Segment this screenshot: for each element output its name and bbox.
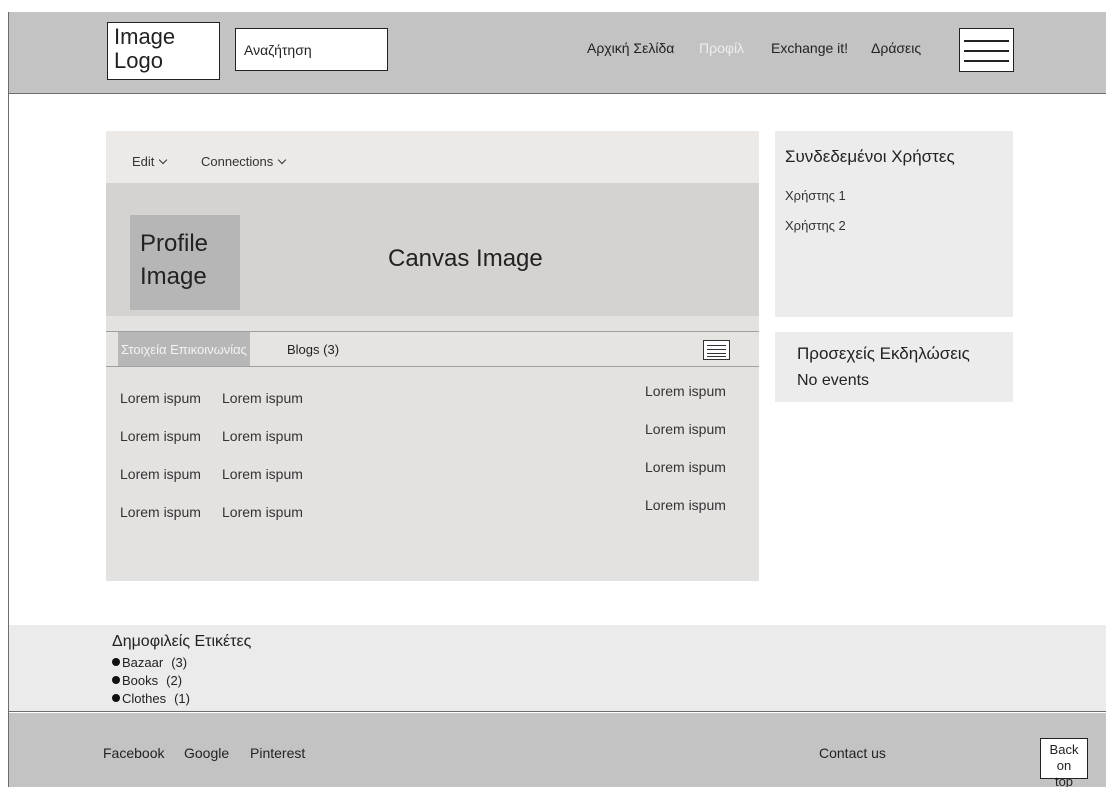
footer-link-pinterest[interactable]: Pinterest (250, 745, 305, 761)
list-icon-line (707, 345, 726, 346)
tag-item[interactable]: Books (2) (112, 673, 182, 688)
list-icon[interactable] (703, 340, 730, 360)
logo[interactable]: Image Logo (107, 22, 220, 80)
table-cell: Lorem ispum (222, 390, 303, 406)
hamburger-line (964, 40, 1009, 42)
tag-name: Bazaar (122, 655, 164, 670)
table-cell: Lorem ispum (645, 497, 726, 513)
table-cell: Lorem ispum (120, 504, 201, 520)
logo-line-1: Image (114, 24, 176, 49)
search-input[interactable]: Αναζήτηση (235, 28, 388, 71)
edit-menu[interactable]: Edit (132, 154, 168, 169)
hamburger-icon[interactable] (959, 28, 1014, 72)
table-cell: Lorem ispum (222, 466, 303, 482)
user-item[interactable]: Χρήστης 1 (785, 188, 846, 203)
events-title: Προσεχείς Εκδηλώσεις (797, 344, 970, 363)
table-cell: Lorem ispum (120, 466, 201, 482)
tag-item[interactable]: Clothes (1) (112, 691, 190, 706)
tag-count: (2) (166, 673, 183, 688)
chevron-down-icon (159, 155, 168, 165)
table-cell: Lorem ispum (645, 421, 726, 437)
table-cell: Lorem ispum (120, 390, 201, 406)
tag-count: (1) (174, 691, 190, 706)
tab-contact-info[interactable]: Στοιχεία Επικοινωνίας (118, 332, 250, 366)
canvas-image: Profile Image Canvas Image (106, 183, 759, 316)
footer-link-google[interactable]: Google (184, 745, 229, 761)
list-icon-line (707, 353, 726, 354)
tag-name: Books (122, 673, 159, 688)
popular-tags-title: Δημοφιλείς Ετικέτες (112, 633, 252, 650)
search-placeholder: Αναζήτηση (244, 41, 312, 58)
back-to-top-line-2: top (1054, 774, 1074, 787)
bullet-icon (112, 658, 120, 666)
hamburger-line (964, 50, 1009, 52)
site-header: Image Logo Αναζήτηση Αρχική Σελίδα Προφί… (9, 12, 1106, 94)
bullet-icon (112, 676, 120, 684)
tag-count: (3) (171, 655, 188, 670)
back-to-top-button[interactable]: Back on top (1040, 738, 1088, 787)
table-cell: Lorem ispum (645, 383, 726, 399)
tag-name: Clothes (122, 691, 167, 706)
nav-actions[interactable]: Δράσεις (871, 40, 921, 56)
table-cell: Lorem ispum (222, 504, 303, 520)
hamburger-line (964, 60, 1009, 62)
chevron-down-icon (278, 155, 287, 165)
nav-exchange[interactable]: Exchange it! (771, 40, 848, 56)
footer-link-facebook[interactable]: Facebook (103, 745, 164, 761)
footer-link-contact[interactable]: Contact us (819, 745, 886, 761)
edit-menu-label: Edit (132, 154, 155, 169)
nav-profile[interactable]: Προφίλ (699, 40, 744, 56)
table-cell: Lorem ispum (645, 459, 726, 475)
profile-image-line-1: Profile (140, 230, 209, 257)
site-footer: Facebook Google Pinterest Contact us Bac… (9, 713, 1106, 787)
nav-home[interactable]: Αρχική Σελίδα (587, 40, 674, 56)
profile-image[interactable]: Profile Image (130, 215, 240, 310)
canvas-image-label: Canvas Image (388, 245, 543, 272)
tab-blogs[interactable]: Blogs (3) (287, 332, 339, 366)
connected-users-title: Συνδεδεμένοι Χρήστες (785, 147, 955, 166)
popular-tags: Δημοφιλείς Ετικέτες Bazaar (3) Books (2) C… (9, 625, 1106, 712)
connected-users-panel: Συνδεδεμένοι Χρήστες Χρήστης 1 Χρήστης 2 (775, 131, 1013, 317)
events-panel: Προσεχείς Εκδηλώσεις No events (775, 332, 1013, 402)
tag-item[interactable]: Bazaar (3) (112, 655, 187, 670)
list-icon-line (707, 349, 726, 350)
back-to-top-line-1: Back on (1049, 742, 1079, 773)
user-item[interactable]: Χρήστης 2 (785, 218, 846, 233)
logo-line-2: Logo (114, 48, 163, 73)
events-status: No events (797, 372, 870, 389)
table-cell: Lorem ispum (222, 428, 303, 444)
profile-image-line-2: Image (140, 263, 207, 290)
list-icon-line (707, 356, 726, 357)
connections-menu-label: Connections (201, 154, 274, 169)
profile-toolbar: Edit Connections (106, 131, 759, 183)
table-cell: Lorem ispum (120, 428, 201, 444)
profile-tabs: Στοιχεία Επικοινωνίας Blogs (3) (106, 331, 759, 367)
connections-menu[interactable]: Connections (201, 154, 287, 169)
profile-card: Edit Connections Profile Image Canvas Im… (106, 131, 759, 581)
bullet-icon (112, 694, 120, 702)
